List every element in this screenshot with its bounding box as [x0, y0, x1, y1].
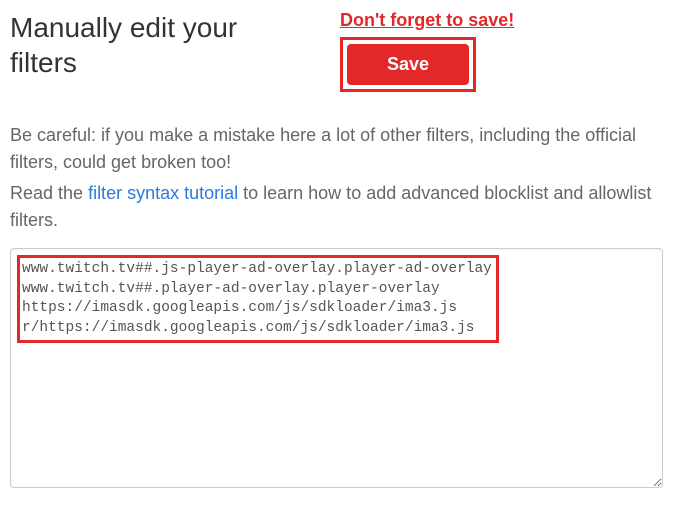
tutorial-prefix: Read the	[10, 183, 88, 203]
page-title: Manually edit your filters	[10, 10, 270, 80]
save-button-highlight: Save	[340, 37, 476, 92]
filter-content-highlight: www.twitch.tv##.js-player-ad-overlay.pla…	[17, 255, 499, 343]
save-button[interactable]: Save	[347, 44, 469, 85]
tutorial-text: Read the filter syntax tutorial to learn…	[10, 180, 663, 234]
filter-syntax-tutorial-link[interactable]: filter syntax tutorial	[88, 183, 238, 203]
filter-content[interactable]: www.twitch.tv##.js-player-ad-overlay.pla…	[22, 260, 492, 338]
save-reminder: Don't forget to save!	[340, 10, 514, 31]
filter-editor[interactable]: www.twitch.tv##.js-player-ad-overlay.pla…	[10, 248, 663, 488]
warning-text: Be careful: if you make a mistake here a…	[10, 122, 663, 176]
